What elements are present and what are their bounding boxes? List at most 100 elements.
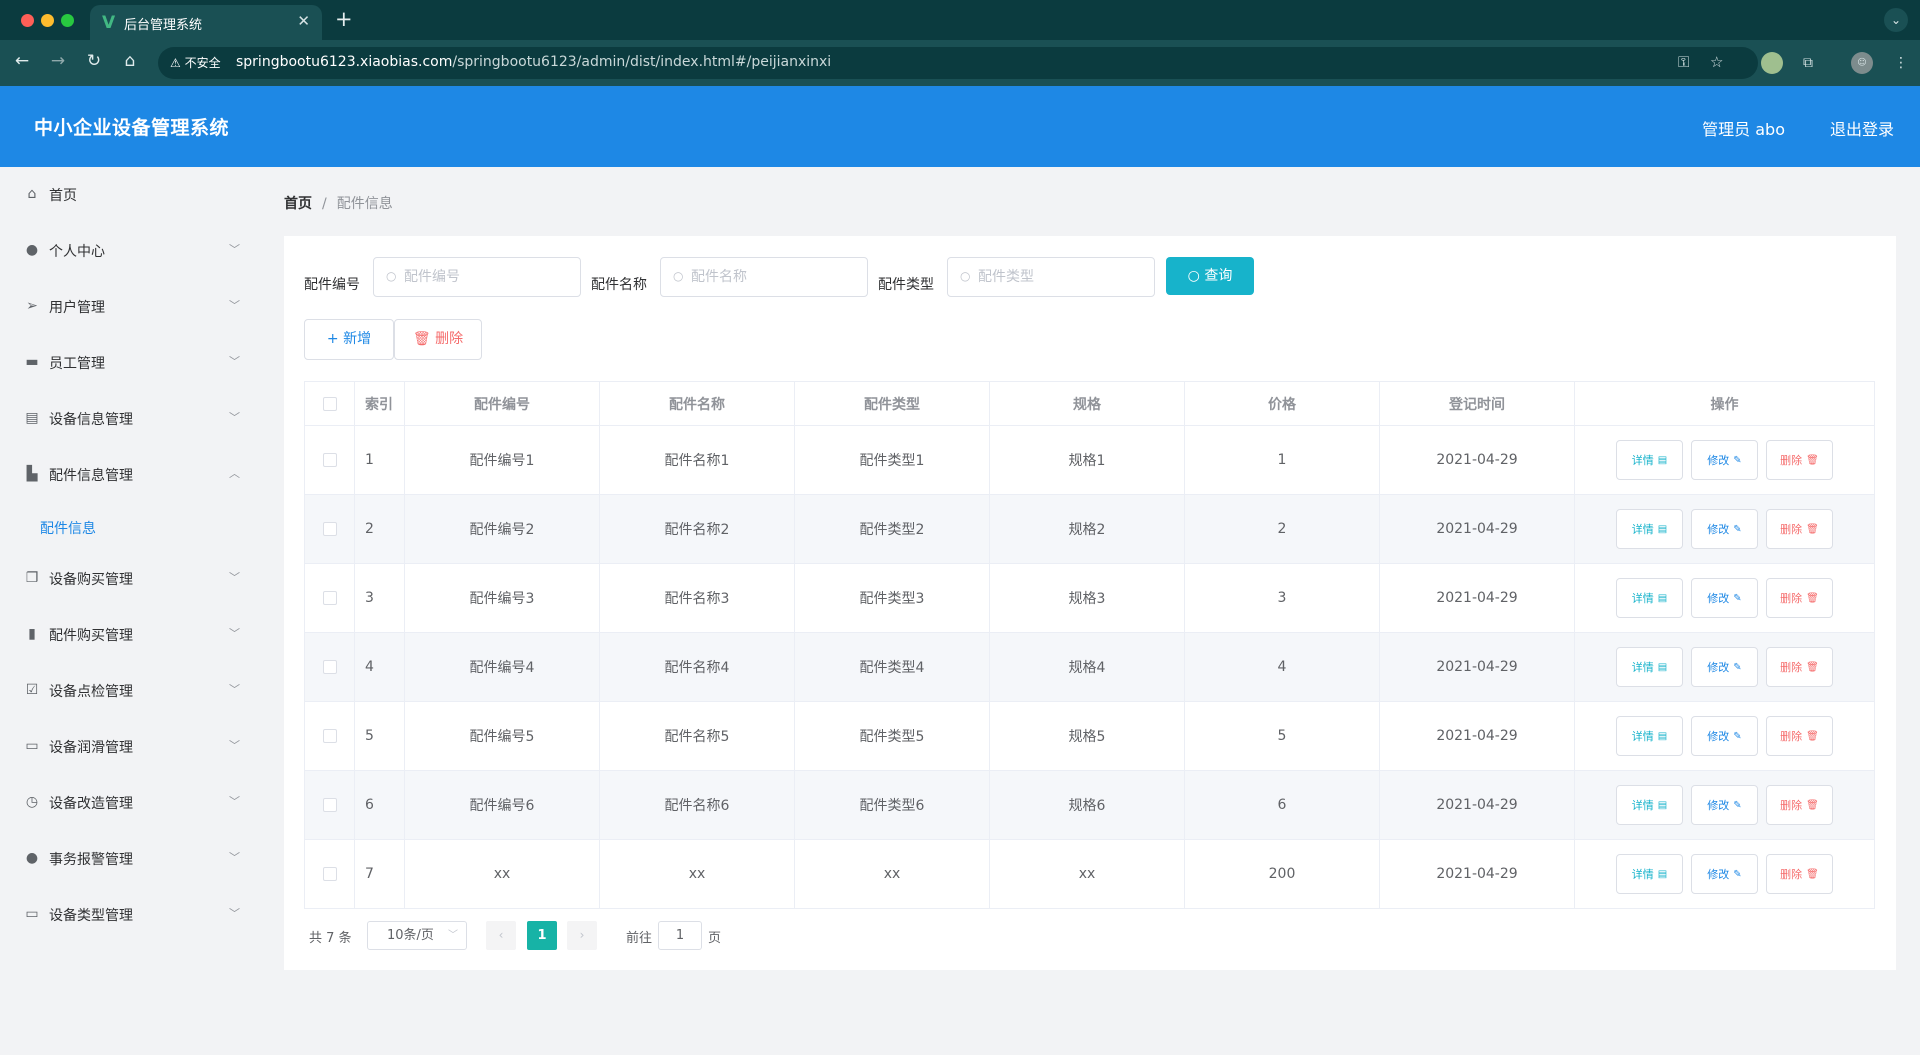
forward-icon[interactable]: → — [46, 51, 70, 71]
search-input-code[interactable] — [404, 258, 574, 296]
delete-button[interactable]: 删除 🗑 — [1766, 578, 1833, 618]
app-title: 中小企业设备管理系统 — [34, 117, 230, 139]
detail-button[interactable]: 详情 ▤ — [1616, 785, 1683, 825]
cell-date: 2021-04-29 — [1380, 771, 1575, 840]
detail-button[interactable]: 详情 ▤ — [1616, 509, 1683, 549]
close-window-button[interactable] — [21, 14, 34, 27]
tab-close-icon[interactable]: ✕ — [297, 12, 310, 30]
sidebar-item-staff[interactable]: ▬ 员工管理 ﹀ — [0, 343, 260, 383]
delete-button-label: 删除 — [1780, 592, 1803, 605]
edit-button[interactable]: 修改 ✎ — [1691, 509, 1758, 549]
sidebar-item-label: 配件信息管理 — [49, 468, 133, 484]
prev-page-button[interactable]: ‹ — [486, 921, 516, 950]
detail-button[interactable]: 详情 ▤ — [1616, 854, 1683, 894]
sidebar-item-label: 个人中心 — [49, 244, 105, 260]
edit-button[interactable]: 修改 ✎ — [1691, 716, 1758, 756]
row-actions-cell: 详情 ▤ 修改 ✎ 删除 🗑 — [1575, 564, 1875, 633]
search-field-code[interactable]: ○ — [373, 257, 581, 297]
row-checkbox[interactable] — [322, 522, 337, 536]
search-input-name[interactable] — [691, 258, 861, 296]
profile-avatar[interactable]: ☺ — [1851, 52, 1873, 74]
sidebar-item-alarms[interactable]: ● 事务报警管理 ﹀ — [0, 839, 260, 879]
delete-button[interactable]: 删除 🗑 — [1766, 854, 1833, 894]
sidebar-item-home[interactable]: ⌂ 首页 — [0, 175, 260, 215]
sidebar-item-parts-purchase[interactable]: ▮ 配件购买管理 ﹀ — [0, 615, 260, 655]
pencil-icon: ✎ — [1733, 868, 1742, 880]
sidebar-item-personal-center[interactable]: ● 个人中心 ﹀ — [0, 231, 260, 271]
row-checkbox[interactable] — [322, 660, 337, 674]
detail-button[interactable]: 详情 ▤ — [1616, 647, 1683, 687]
security-indicator[interactable]: ⚠ 不安全 — [170, 54, 221, 71]
add-button[interactable]: + 新增 — [304, 319, 394, 360]
row-checkbox[interactable] — [322, 453, 337, 467]
browser-tab[interactable]: V 后台管理系统 ✕ — [90, 5, 322, 40]
bookmark-star-icon[interactable]: ☆ — [1710, 53, 1723, 71]
query-button[interactable]: ○ 查询 — [1166, 257, 1254, 295]
search-field-name[interactable]: ○ — [660, 257, 868, 297]
maximize-window-button[interactable] — [61, 14, 74, 27]
select-all-checkbox[interactable] — [322, 396, 337, 411]
row-checkbox[interactable] — [322, 798, 337, 812]
browser-menu-icon[interactable]: ⋮ — [1890, 52, 1912, 74]
breadcrumb-home[interactable]: 首页 — [284, 196, 312, 212]
sidebar-item-lubrication[interactable]: ▭ 设备润滑管理 ﹀ — [0, 727, 260, 767]
extension-icon[interactable] — [1761, 52, 1783, 74]
detail-button[interactable]: 详情 ▤ — [1616, 578, 1683, 618]
cell-date: 2021-04-29 — [1380, 702, 1575, 771]
detail-button[interactable]: 详情 ▤ — [1616, 716, 1683, 756]
search-field-type[interactable]: ○ — [947, 257, 1155, 297]
minimize-window-button[interactable] — [41, 14, 54, 27]
batch-delete-button[interactable]: 🗑 删除 — [394, 319, 482, 360]
search-label-type: 配件类型 — [878, 277, 934, 293]
edit-button[interactable]: 修改 ✎ — [1691, 785, 1758, 825]
page-size-select[interactable]: 10条/页 ﹀ — [367, 921, 467, 950]
chevron-down-icon: ﹀ — [229, 795, 240, 808]
home-browser-icon[interactable]: ⌂ — [118, 51, 142, 71]
cell-spec: 规格6 — [990, 771, 1185, 840]
sidebar-item-equipment-types[interactable]: ▭ 设备类型管理 ﹀ — [0, 895, 260, 935]
back-icon[interactable]: ← — [10, 51, 34, 71]
key-icon[interactable]: ⚿ — [1678, 53, 1689, 71]
row-checkbox[interactable] — [322, 867, 337, 881]
puzzle-icon[interactable]: ⧉ — [1797, 52, 1819, 74]
page-size-value: 10条/页 — [387, 928, 434, 943]
pencil-icon: ✎ — [1733, 799, 1742, 811]
edit-button[interactable]: 修改 ✎ — [1691, 854, 1758, 894]
delete-button-label: 删除 — [1780, 868, 1803, 881]
sidebar-subitem-parts-info[interactable]: 配件信息 — [40, 518, 96, 538]
goto-page-input[interactable]: 1 — [658, 921, 702, 950]
delete-button[interactable]: 删除 🗑 — [1766, 785, 1833, 825]
sidebar-item-equipment-info[interactable]: ▤ 设备信息管理 ﹀ — [0, 399, 260, 439]
delete-button[interactable]: 删除 🗑 — [1766, 716, 1833, 756]
search-input-type[interactable] — [978, 258, 1148, 296]
edit-button[interactable]: 修改 ✎ — [1691, 578, 1758, 618]
delete-button[interactable]: 删除 🗑 — [1766, 509, 1833, 549]
delete-button[interactable]: 删除 🗑 — [1766, 440, 1833, 480]
row-checkbox[interactable] — [322, 591, 337, 605]
row-checkbox[interactable] — [322, 729, 337, 743]
document-icon: ▤ — [1657, 523, 1668, 535]
logout-link[interactable]: 退出登录 — [1830, 116, 1894, 140]
reload-icon[interactable]: ↻ — [82, 51, 106, 71]
document-icon: ▤ — [1657, 454, 1668, 466]
detail-button[interactable]: 详情 ▤ — [1616, 440, 1683, 480]
url-path: /springbootu6123/admin/dist/index.html#/… — [452, 54, 832, 70]
sidebar-item-inspection[interactable]: ☑ 设备点检管理 ﹀ — [0, 671, 260, 711]
edit-button[interactable]: 修改 ✎ — [1691, 440, 1758, 480]
edit-button[interactable]: 修改 ✎ — [1691, 647, 1758, 687]
sidebar-item-equipment-purchase[interactable]: ❐ 设备购买管理 ﹀ — [0, 559, 260, 599]
url-field[interactable]: ⚠ 不安全 springbootu6123.xiaobias.com/sprin… — [158, 47, 1758, 79]
edit-button-label: 修改 — [1707, 592, 1730, 605]
sidebar-item-users[interactable]: ➢ 用户管理 ﹀ — [0, 287, 260, 327]
sidebar-item-retrofit[interactable]: ◷ 设备改造管理 ﹀ — [0, 783, 260, 823]
chevron-down-icon: ﹀ — [229, 739, 240, 752]
sidebar: ⌂ 首页 ● 个人中心 ﹀ ➢ 用户管理 ﹀ ▬ 员工管理 ﹀ ▤ 设备信息管理… — [0, 167, 260, 1055]
page-number-active[interactable]: 1 — [527, 921, 557, 950]
sidebar-item-parts-info[interactable]: ▙ 配件信息管理 ︿ — [0, 455, 260, 495]
next-page-button[interactable]: › — [567, 921, 597, 950]
chevron-up-icon: ︿ — [229, 467, 240, 480]
new-tab-icon[interactable]: + — [335, 7, 353, 31]
delete-button[interactable]: 删除 🗑 — [1766, 647, 1833, 687]
cell-type: 配件类型6 — [795, 771, 990, 840]
tab-search-icon[interactable]: ⌄ — [1884, 8, 1908, 32]
